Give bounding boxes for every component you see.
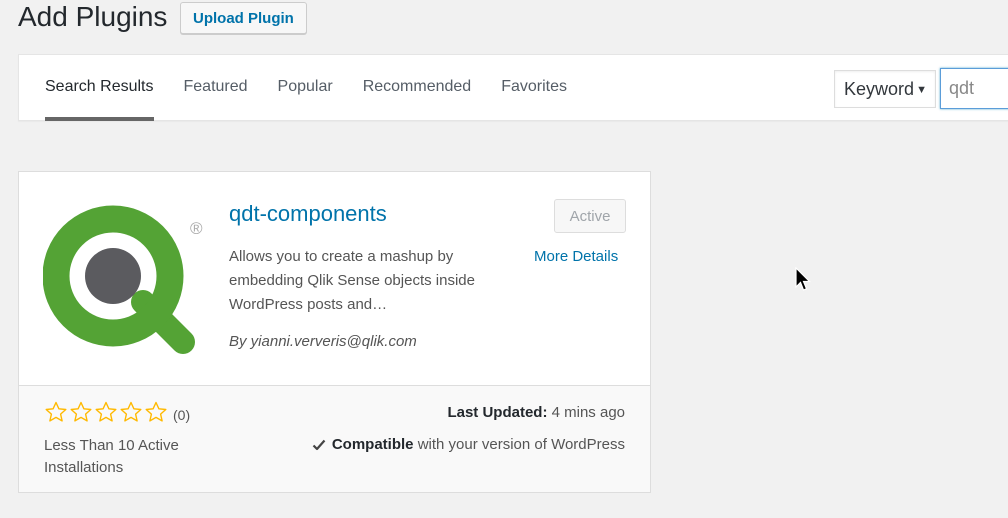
- star-outline-icon: [45, 401, 67, 422]
- star-outline-icon: [145, 401, 167, 422]
- last-updated: Last Updated: 4 mins ago: [447, 404, 625, 421]
- search-type-select[interactable]: Keyword ▼: [834, 70, 936, 108]
- upload-plugin-button[interactable]: Upload Plugin: [180, 2, 307, 34]
- plugin-author: By yianni.ververis@qlik.com: [229, 333, 417, 350]
- filter-tabs: Search Results Featured Popular Recommen…: [45, 55, 597, 121]
- tab-recommended[interactable]: Recommended: [363, 55, 472, 121]
- star-rating: (0): [44, 400, 190, 424]
- plugin-card: ® qdt-components Allows you to create a …: [18, 171, 651, 493]
- last-updated-label: Last Updated:: [447, 404, 548, 421]
- logo-core: [85, 248, 141, 304]
- caret-down-icon: ▼: [916, 84, 927, 96]
- checkmark-icon: [312, 439, 326, 450]
- plugin-description: Allows you to create a mashup by embeddi…: [229, 248, 475, 313]
- page-title: Add Plugins: [18, 1, 168, 32]
- star-outline-icon: [120, 401, 142, 422]
- registered-mark: ®: [190, 219, 203, 238]
- plugin-card-bottom: (0) Less Than 10 Active Installations La…: [19, 385, 650, 492]
- qlik-logo-icon[interactable]: ®: [43, 202, 208, 357]
- compatible-text: with your version of WordPress: [417, 436, 625, 453]
- filter-bar: Search Results Featured Popular Recommen…: [18, 54, 1008, 121]
- search-type-value: Keyword: [844, 78, 915, 99]
- tab-popular[interactable]: Popular: [278, 55, 333, 121]
- star-outline-icon: [95, 401, 117, 422]
- tab-favorites[interactable]: Favorites: [501, 55, 567, 121]
- more-details-link[interactable]: More Details: [534, 248, 618, 265]
- compatible-label: Compatible: [331, 436, 414, 453]
- search-input[interactable]: [940, 68, 1008, 109]
- plugin-card-top: ® qdt-components Allows you to create a …: [19, 172, 650, 385]
- active-installs: Less Than 10 Active Installations: [44, 437, 179, 476]
- mouse-cursor-icon: [795, 267, 811, 291]
- tab-search-results[interactable]: Search Results: [45, 55, 154, 121]
- rating-count: (0): [173, 407, 191, 423]
- last-updated-value: 4 mins ago: [551, 404, 625, 421]
- star-outline-icon: [70, 401, 92, 422]
- active-button[interactable]: Active: [554, 199, 626, 233]
- plugin-name-link[interactable]: qdt-components: [229, 201, 387, 227]
- tab-featured[interactable]: Featured: [184, 55, 248, 121]
- compatibility-status: Compatible with your version of WordPres…: [312, 436, 625, 453]
